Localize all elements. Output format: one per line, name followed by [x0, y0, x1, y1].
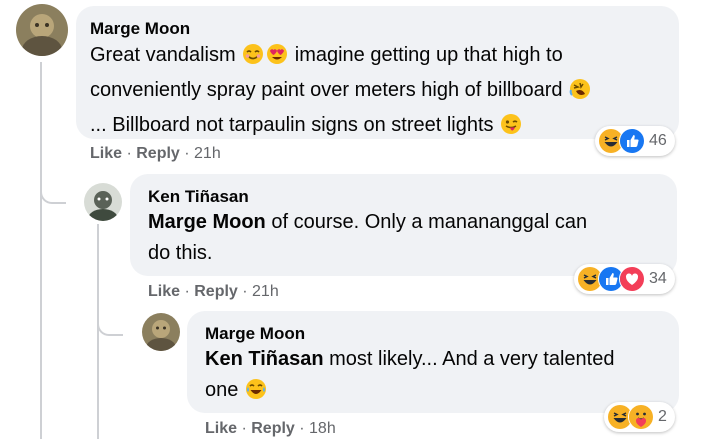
comment-text: Marge Moon of course. Only a manananggal…: [148, 207, 673, 269]
thread-connector-1: [40, 184, 66, 204]
reaction-summary[interactable]: 34: [574, 264, 675, 294]
smiling-face-icon: [242, 43, 264, 75]
comment-text-line: Great vandalism: [90, 44, 236, 66]
comment-text: Great vandalism imagine getting up that …: [90, 40, 675, 145]
comment-author[interactable]: Marge Moon: [90, 19, 190, 39]
heart-eyes-icon: [266, 43, 288, 75]
comment-text-line: one: [205, 379, 239, 401]
reaction-count: 46: [649, 132, 667, 149]
comment-text-line: do this.: [148, 242, 213, 264]
comment-actions: Like · Reply · 21h: [148, 283, 279, 301]
comment-text-line: conveniently spray paint over meters hig…: [90, 79, 563, 101]
reaction-count: 2: [658, 408, 667, 425]
comment-actions: Like · Reply · 18h: [205, 420, 336, 438]
love-icon: [619, 266, 645, 292]
reaction-count: 34: [649, 270, 667, 287]
timestamp[interactable]: · 21h: [180, 145, 220, 162]
separator: ·: [122, 145, 137, 162]
timestamp[interactable]: · 21h: [238, 283, 278, 300]
avatar[interactable]: [16, 4, 68, 56]
care-icon: [628, 404, 654, 430]
thread-connector-2: [97, 316, 123, 336]
comment-author[interactable]: Marge Moon: [205, 324, 305, 344]
like-icon: [619, 128, 645, 154]
winking-tongue-icon: [500, 113, 522, 145]
comment-text-line: imagine getting up that high to: [294, 44, 563, 66]
thread-line-main: [40, 62, 42, 439]
like-button[interactable]: Like: [205, 420, 237, 437]
reply-button[interactable]: Reply: [251, 420, 295, 437]
mention-link[interactable]: Marge Moon: [148, 211, 266, 233]
rolling-laughing-icon: [569, 78, 591, 110]
comment-text-line: most likely... And a very talented: [323, 348, 615, 370]
separator: ·: [180, 283, 195, 300]
comment-author[interactable]: Ken Tiñasan: [148, 187, 249, 207]
comment-text-line: ... Billboard not tarpaulin signs on str…: [90, 114, 494, 136]
timestamp[interactable]: · 18h: [295, 420, 335, 437]
reaction-summary[interactable]: 2: [604, 402, 675, 432]
avatar[interactable]: [142, 313, 180, 351]
comment-actions: Like · Reply · 21h: [90, 145, 221, 163]
like-button[interactable]: Like: [90, 145, 122, 162]
reply-button[interactable]: Reply: [194, 283, 238, 300]
mention-link[interactable]: Ken Tiñasan: [205, 348, 324, 370]
reaction-summary[interactable]: 46: [595, 126, 675, 156]
like-button[interactable]: Like: [148, 283, 180, 300]
reply-button[interactable]: Reply: [136, 145, 180, 162]
avatar[interactable]: [84, 183, 122, 221]
tears-of-joy-icon: [245, 378, 267, 410]
comment-text-line: of course. Only a manananggal can: [265, 211, 588, 233]
separator: ·: [237, 420, 252, 437]
comment-text: Ken Tiñasan most likely... And a very ta…: [205, 344, 675, 410]
